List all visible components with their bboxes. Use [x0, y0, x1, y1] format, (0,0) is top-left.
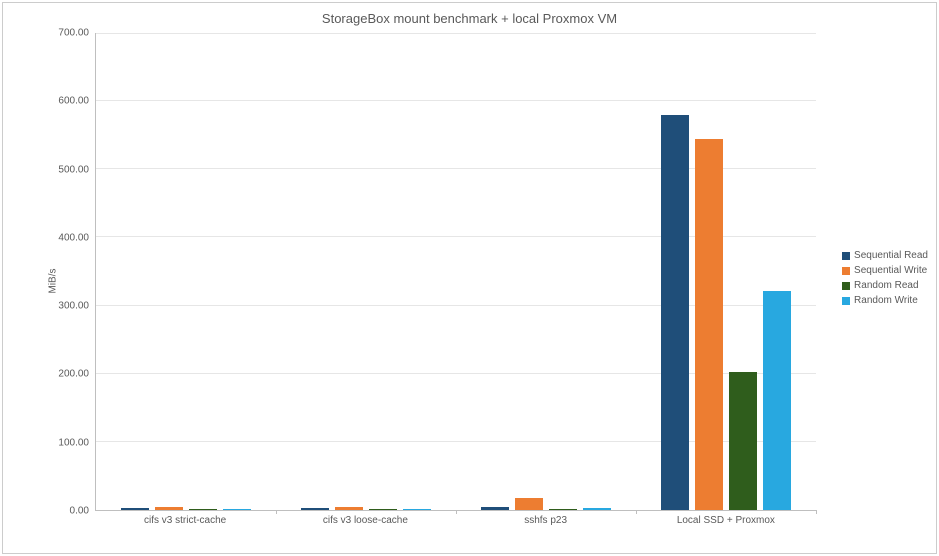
x-tick-label: sshfs p23 — [456, 511, 636, 529]
bar — [223, 509, 251, 510]
legend-item: Sequential Read — [842, 250, 928, 261]
legend-label: Random Read — [854, 280, 918, 291]
bar — [661, 115, 689, 510]
bar-group — [456, 33, 636, 510]
legend-label: Sequential Read — [854, 250, 928, 261]
bar — [729, 372, 757, 510]
bar-group — [636, 33, 816, 510]
y-tick-label: 700.00 — [58, 28, 89, 39]
bar — [549, 509, 577, 510]
legend-label: Random Write — [854, 295, 918, 306]
legend-swatch-icon — [842, 297, 850, 305]
bar — [515, 498, 543, 510]
legend-item: Sequential Write — [842, 265, 928, 276]
bar — [695, 139, 723, 510]
legend-item: Random Read — [842, 280, 928, 291]
legend-swatch-icon — [842, 267, 850, 275]
x-tick-label: cifs v3 loose-cache — [275, 511, 455, 529]
bar-group — [96, 33, 276, 510]
bar — [301, 508, 329, 510]
legend-swatch-icon — [842, 252, 850, 260]
legend-item: Random Write — [842, 295, 928, 306]
chart-title: StorageBox mount benchmark + local Proxm… — [3, 3, 936, 30]
legend-swatch-icon — [842, 282, 850, 290]
bar — [369, 509, 397, 510]
y-tick-label: 100.00 — [58, 437, 89, 448]
bar — [403, 509, 431, 510]
y-tick-label: 0.00 — [70, 506, 89, 517]
bar — [481, 507, 509, 510]
bar — [583, 508, 611, 510]
bar-groups — [96, 33, 816, 510]
y-tick-labels: 0.00 100.00 200.00 300.00 400.00 500.00 … — [45, 33, 93, 511]
bar — [121, 508, 149, 510]
y-tick-label: 600.00 — [58, 96, 89, 107]
legend: Sequential Read Sequential Write Random … — [842, 246, 928, 310]
bar — [335, 507, 363, 510]
y-tick-label: 400.00 — [58, 232, 89, 243]
plot-wrap: MiB/s 0.00 100.00 200.00 300.00 400.00 5… — [45, 33, 816, 529]
y-tick-label: 500.00 — [58, 164, 89, 175]
plot-area — [95, 33, 816, 511]
bar-group — [276, 33, 456, 510]
y-tick-label: 300.00 — [58, 301, 89, 312]
chart-container: StorageBox mount benchmark + local Proxm… — [2, 2, 937, 554]
bar — [155, 507, 183, 510]
bar — [189, 509, 217, 510]
x-tick-label: Local SSD + Proxmox — [636, 511, 816, 529]
x-tick-label: cifs v3 strict-cache — [95, 511, 275, 529]
bar — [763, 291, 791, 510]
x-tick-labels: cifs v3 strict-cache cifs v3 loose-cache… — [95, 511, 816, 529]
y-tick-label: 200.00 — [58, 369, 89, 380]
legend-label: Sequential Write — [854, 265, 927, 276]
